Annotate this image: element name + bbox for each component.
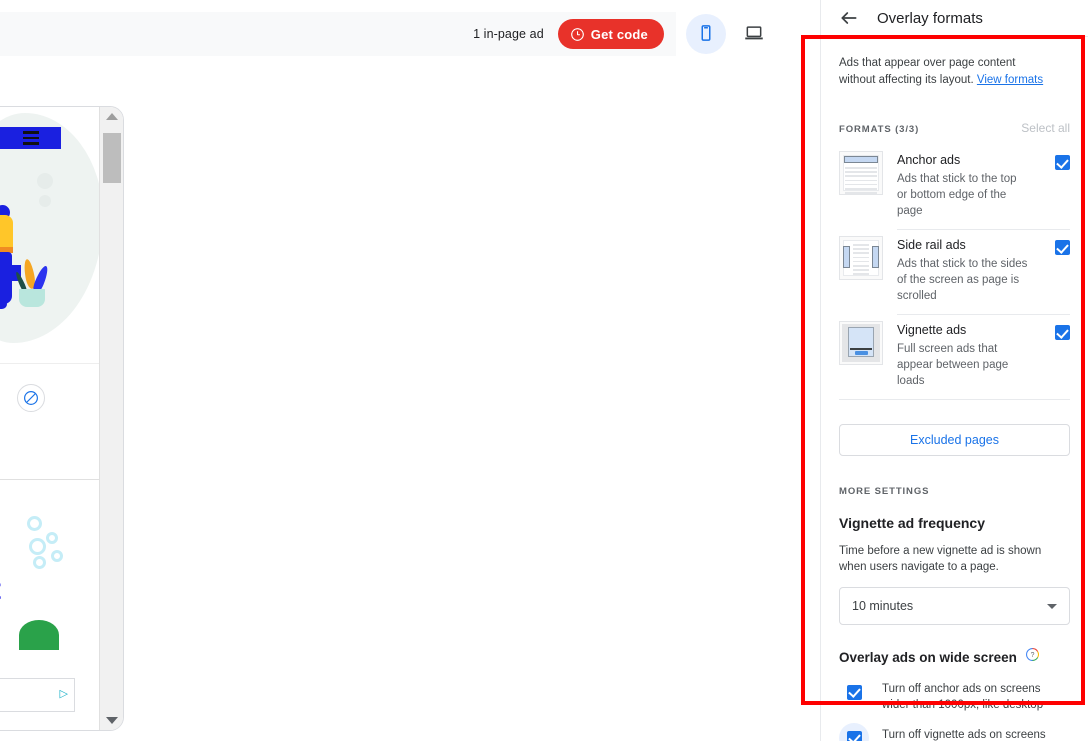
- format-row-anchor-ads[interactable]: Anchor ads Ads that stick to the top or …: [839, 145, 1070, 229]
- vignette-widescreen-checkbox-wrap: [839, 723, 869, 741]
- scroll-up-arrow[interactable]: [105, 113, 118, 120]
- format-title: Anchor ads: [897, 153, 961, 167]
- preview-hero-illustration: .w: [0, 107, 99, 362]
- preview-ad-slot-row: e: [0, 363, 99, 479]
- get-code-label: Get code: [590, 26, 648, 42]
- anchor-ads-checkbox[interactable]: [1055, 155, 1070, 170]
- format-row-vignette-ads[interactable]: Vignette ads Full screen ads that appear…: [839, 315, 1070, 399]
- device-toggle-group: [686, 12, 774, 56]
- warning-clock-icon: [570, 27, 585, 42]
- scroll-down-arrow[interactable]: [105, 717, 118, 724]
- desktop-device-icon: [743, 23, 765, 46]
- vignette-frequency-select[interactable]: 10 minutes: [839, 587, 1070, 625]
- format-description: Full screen ads that appear between page…: [897, 343, 1009, 387]
- desktop-device-button[interactable]: [734, 14, 774, 54]
- excluded-pages-button[interactable]: Excluded pages: [839, 424, 1070, 456]
- formats-count-label: FORMATS (3/3): [839, 124, 920, 135]
- preview-ad-green-shape: [19, 620, 59, 650]
- vignette-frequency-title: Vignette ad frequency: [839, 515, 986, 531]
- vignette-ads-checkbox[interactable]: [1055, 325, 1070, 340]
- block-ad-icon[interactable]: [17, 384, 45, 412]
- format-title: Side rail ads: [897, 238, 966, 252]
- scrollbar-thumb[interactable]: [103, 133, 121, 183]
- wide-screen-title: Overlay ads on wide screen: [839, 649, 1017, 665]
- vignette-ads-thumbnail: [839, 321, 883, 365]
- preview-page-content: .w: [0, 107, 99, 730]
- site-preview: .w: [0, 106, 150, 731]
- hamburger-menu-icon[interactable]: [23, 131, 39, 145]
- wide-screen-option-vignette[interactable]: Turn off vignette ads on screens wider t…: [839, 723, 1070, 741]
- preview-scrollbar[interactable]: [99, 107, 123, 730]
- mobile-device-button[interactable]: [686, 14, 726, 54]
- anchor-widescreen-checkbox-wrap: [839, 677, 869, 707]
- format-title: Vignette ads: [897, 323, 967, 337]
- more-settings-label: MORE SETTINGS: [839, 486, 930, 497]
- overlay-formats-panel: Overlay formats Ads that appear over pag…: [820, 0, 1088, 741]
- svg-text:?: ?: [1030, 652, 1034, 659]
- preview-toolbar: 1 in-page ad Get code: [0, 12, 676, 56]
- anchor-widescreen-checkbox[interactable]: [846, 684, 862, 700]
- side-rail-ads-checkbox[interactable]: [1055, 240, 1070, 255]
- help-question-icon[interactable]: ?: [1025, 647, 1040, 667]
- panel-description: Ads that appear over page content withou…: [839, 55, 1054, 89]
- select-all-button[interactable]: Select all: [1021, 121, 1070, 135]
- inpage-ad-count: 1 in-page ad: [473, 27, 544, 41]
- view-formats-link[interactable]: View formats: [977, 74, 1043, 86]
- format-text-vignette-ads: Vignette ads Full screen ads that appear…: [897, 321, 1041, 399]
- hero-plant-pot: [19, 289, 45, 307]
- vignette-frequency-value: 10 minutes: [852, 599, 914, 613]
- side-rail-ads-thumbnail: [839, 236, 883, 280]
- header-divider: [821, 36, 1088, 37]
- back-arrow-icon[interactable]: [839, 8, 859, 28]
- app-root: 1 in-page ad Get code ▷ Overlay formats …: [0, 0, 1088, 741]
- panel-header: Overlay formats: [821, 0, 1088, 36]
- chevron-down-icon: [1047, 603, 1057, 609]
- vignette-frequency-description: Time before a new vignette ad is shown w…: [839, 545, 1042, 573]
- panel-body: Ads that appear over page content withou…: [821, 55, 1088, 741]
- formats-section-header: FORMATS (3/3) Select all: [839, 121, 1070, 135]
- preview-display-ad[interactable]: om ress oment any: [0, 479, 99, 669]
- format-row-side-rail-ads[interactable]: Side rail ads Ads that stick to the side…: [839, 230, 1070, 314]
- anchor-widescreen-label: Turn off anchor ads on screens wider tha…: [882, 683, 1044, 711]
- format-text-anchor-ads: Anchor ads Ads that stick to the top or …: [897, 151, 1041, 229]
- anchor-ads-thumbnail: [839, 151, 883, 195]
- vignette-widescreen-label: Turn off vignette ads on screens wider t…: [882, 729, 1046, 741]
- format-divider: [839, 399, 1070, 400]
- panel-title: Overlay formats: [877, 9, 983, 27]
- formats-list: Anchor ads Ads that stick to the top or …: [839, 145, 1070, 400]
- mobile-device-icon: [697, 24, 715, 45]
- vignette-widescreen-checkbox[interactable]: [846, 730, 862, 741]
- format-description: Ads that stick to the sides of the scree…: [897, 258, 1028, 302]
- wide-screen-option-anchor[interactable]: Turn off anchor ads on screens wider tha…: [839, 681, 1070, 713]
- preview-anchor-ad[interactable]: e ▷: [0, 678, 75, 712]
- format-text-side-rail-ads: Side rail ads Ads that stick to the side…: [897, 236, 1041, 314]
- preview-frame: .w: [0, 106, 124, 731]
- ad-choices-icon[interactable]: ▷: [60, 687, 68, 700]
- get-code-button[interactable]: Get code: [557, 19, 664, 49]
- format-description: Ads that stick to the top or bottom edge…: [897, 173, 1017, 217]
- wide-screen-section-header: Overlay ads on wide screen ?: [839, 647, 1070, 667]
